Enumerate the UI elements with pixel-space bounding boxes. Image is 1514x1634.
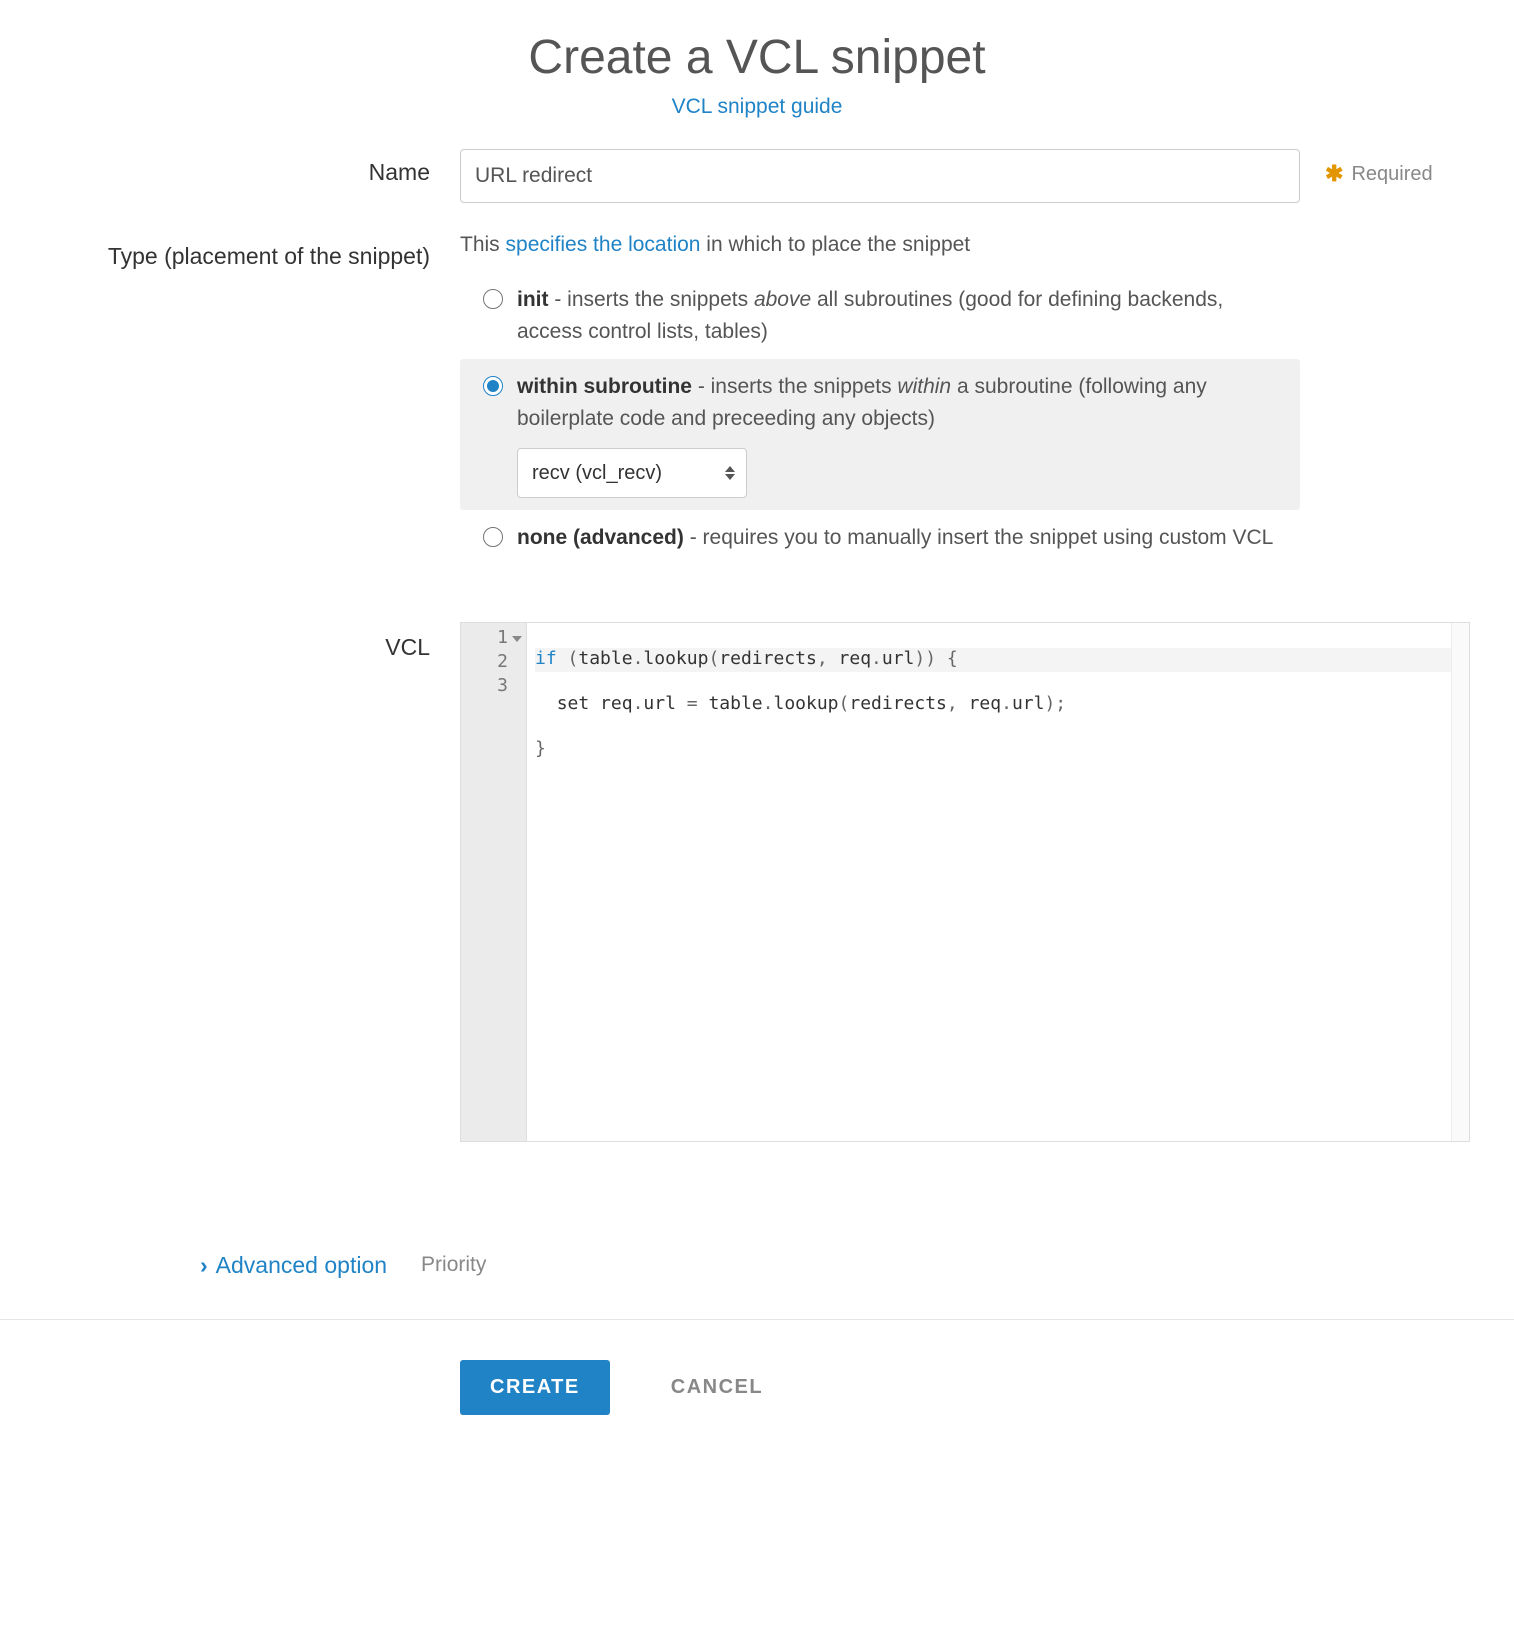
type-radio-init[interactable] bbox=[483, 289, 503, 309]
type-within-italic: within bbox=[897, 375, 951, 398]
line-number-2: 2 bbox=[461, 651, 526, 675]
type-option-within[interactable]: within subroutine - inserts the snippets… bbox=[460, 359, 1300, 510]
type-init-after-bold: - inserts the snippets bbox=[549, 288, 754, 311]
type-option-init-desc: init - inserts the snippets above all su… bbox=[517, 284, 1282, 347]
vcl-editor-code[interactable]: if (table.lookup(redirects, req.url)) { … bbox=[527, 623, 1451, 1141]
specifies-location-link[interactable]: specifies the location bbox=[506, 233, 701, 256]
line-number-3: 3 bbox=[461, 675, 526, 699]
type-within-bold: within subroutine bbox=[517, 375, 692, 398]
advanced-option-row: › Advanced option Priority bbox=[0, 1252, 1514, 1279]
type-intro-suffix: in which to place the snippet bbox=[700, 233, 970, 256]
page-title: Create a VCL snippet bbox=[0, 30, 1514, 85]
advanced-option-toggle[interactable]: › Advanced option bbox=[200, 1252, 387, 1279]
type-option-none[interactable]: none (advanced) - requires you to manual… bbox=[460, 510, 1300, 566]
type-init-bold: init bbox=[517, 288, 549, 311]
vcl-editor[interactable]: 1 2 3 if (table.lookup(redirects, req.ur… bbox=[460, 622, 1470, 1142]
advanced-option-label: Advanced option bbox=[216, 1252, 387, 1279]
type-none-bold: none (advanced) bbox=[517, 526, 684, 549]
type-row: Type (placement of the snippet) This spe… bbox=[0, 233, 1514, 566]
type-option-none-desc: none (advanced) - requires you to manual… bbox=[517, 522, 1273, 554]
type-intro-prefix: This bbox=[460, 233, 506, 256]
type-radio-none[interactable] bbox=[483, 527, 503, 547]
type-option-init[interactable]: init - inserts the snippets above all su… bbox=[460, 272, 1300, 359]
required-indicator: ✱ Required bbox=[1300, 149, 1433, 187]
required-text: Required bbox=[1351, 163, 1432, 186]
cancel-button[interactable]: CANCEL bbox=[665, 1375, 769, 1400]
type-init-italic: above bbox=[754, 288, 811, 311]
type-none-rest: - requires you to manually insert the sn… bbox=[684, 526, 1273, 549]
code-line-2: set req.url = table.lookup(redirects, re… bbox=[535, 693, 1451, 717]
name-row: Name ✱ Required bbox=[0, 149, 1514, 203]
required-star-icon: ✱ bbox=[1325, 161, 1343, 187]
name-input[interactable] bbox=[460, 149, 1300, 203]
footer-actions: CREATE CANCEL bbox=[0, 1319, 1514, 1415]
code-line-3: } bbox=[535, 738, 1451, 762]
vcl-editor-gutter: 1 2 3 bbox=[461, 623, 527, 1141]
vcl-snippet-guide-link[interactable]: VCL snippet guide bbox=[0, 95, 1514, 119]
create-button[interactable]: CREATE bbox=[460, 1360, 610, 1415]
subroutine-select[interactable]: recv (vcl_recv) bbox=[517, 448, 747, 498]
vcl-label: VCL bbox=[0, 616, 460, 661]
vcl-row: VCL 1 2 3 if (table.lookup(redirects, re… bbox=[0, 616, 1514, 1142]
code-line-1: if (table.lookup(redirects, req.url)) { bbox=[535, 648, 1451, 672]
line-number-1: 1 bbox=[461, 627, 526, 651]
type-option-within-desc: within subroutine - inserts the snippets… bbox=[517, 371, 1282, 498]
type-within-after-bold: - inserts the snippets bbox=[692, 375, 897, 398]
type-intro: This specifies the location in which to … bbox=[460, 233, 1300, 257]
vcl-editor-scrollbar[interactable] bbox=[1451, 623, 1469, 1141]
type-label: Type (placement of the snippet) bbox=[0, 233, 460, 270]
chevron-right-icon: › bbox=[200, 1252, 208, 1279]
name-label: Name bbox=[0, 149, 460, 186]
type-radio-within[interactable] bbox=[483, 376, 503, 396]
advanced-option-sublabel: Priority bbox=[421, 1253, 486, 1277]
